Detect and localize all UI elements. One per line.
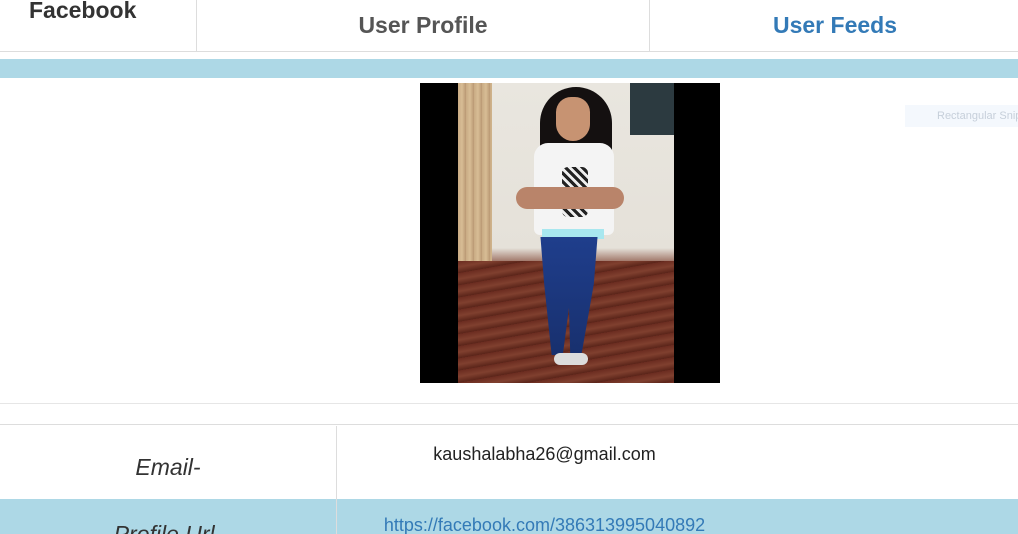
tab-user-feeds[interactable]: User Feeds: [649, 0, 1018, 52]
tab-bar: Facebook User Profile User Feeds: [0, 0, 1018, 53]
profile-url-label: Profile Url-: [0, 499, 337, 534]
tab-user-profile[interactable]: User Profile: [196, 0, 650, 52]
photo-figure-arms: [516, 187, 624, 209]
profile-photo: [420, 83, 720, 383]
photo-figure-face: [556, 97, 590, 141]
email-value: kaushalabha26@gmail.com: [433, 444, 656, 464]
email-label: Email-: [0, 426, 337, 499]
divider: [0, 403, 1018, 404]
profile-url-cell: https://facebook.com/386313995040892: [338, 499, 1018, 534]
profile-info-table: Email- kaushalabha26@gmail.com Profile U…: [0, 424, 1018, 534]
profile-url-link[interactable]: https://facebook.com/386313995040892: [384, 515, 705, 534]
email-value-cell: kaushalabha26@gmail.com: [338, 426, 1018, 499]
table-row-email: Email- kaushalabha26@gmail.com: [0, 426, 1018, 499]
profile-photo-image: [458, 83, 674, 383]
page: Facebook User Profile User Feeds Rectang…: [0, 0, 1018, 534]
header-strip: [0, 59, 1018, 78]
photo-curtain: [458, 83, 492, 283]
photo-figure-shoes: [554, 353, 588, 365]
photo-tv: [630, 83, 674, 135]
tab-facebook[interactable]: Facebook: [0, 0, 197, 52]
table-row-profile-url: Profile Url- https://facebook.com/386313…: [0, 499, 1018, 534]
snip-tag: Rectangular Snip: [905, 105, 1018, 127]
